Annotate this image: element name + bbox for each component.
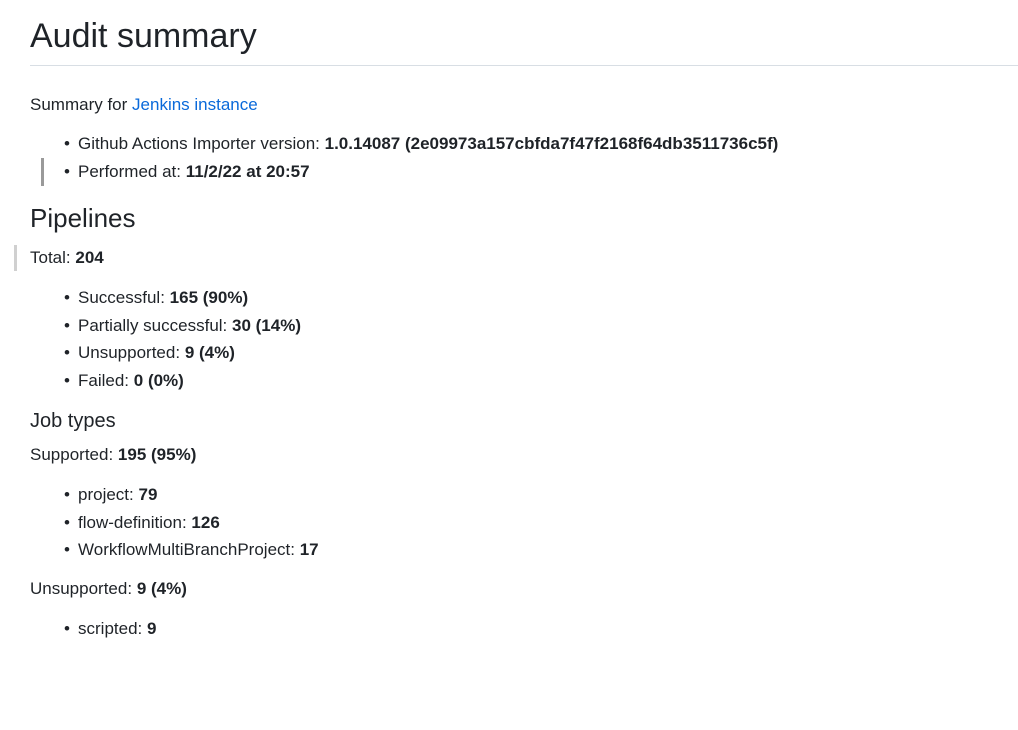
job-type-count: 79 <box>138 485 158 504</box>
jenkins-instance-link[interactable]: Jenkins instance <box>132 95 258 114</box>
list-item: Successful: 165 (90%) <box>30 284 301 312</box>
list-item: Unsupported: 9 (4%) <box>30 339 301 367</box>
list-item: Partially successful: 30 (14%) <box>30 312 301 340</box>
supported-summary: Supported: 195 (95%) <box>30 444 196 466</box>
list-item: WorkflowMultiBranchProject: 17 <box>30 536 319 564</box>
list-item-version: Github Actions Importer version: 1.0.140… <box>30 130 778 158</box>
status-label: Failed: <box>78 370 130 390</box>
status-value: 165 (90%) <box>169 288 249 307</box>
supported-value: 195 (95%) <box>117 445 197 464</box>
job-type-label: WorkflowMultiBranchProject: <box>78 540 295 559</box>
list-item-performed-at: Performed at: 11/2/22 at 20:57 <box>30 158 778 186</box>
job-type-label: project: <box>78 485 134 504</box>
supported-job-types-list: project: 79 flow-definition: 126 Workflo… <box>30 481 319 564</box>
total-value: 204 <box>75 248 104 267</box>
job-type-count: 9 <box>146 619 157 638</box>
list-item: project: 79 <box>30 481 319 509</box>
job-types-heading: Job types <box>30 410 116 432</box>
version-label: Github Actions Importer version: <box>78 134 320 153</box>
unsupported-value: 9 (4%) <box>136 579 187 598</box>
pipelines-total: Total: 204 <box>30 247 104 269</box>
summary-line: Summary for Jenkins instance <box>30 94 258 116</box>
page-title: Audit summary <box>30 0 1018 66</box>
audit-summary-page: Audit summary Summary for Jenkins instan… <box>14 0 1018 642</box>
job-type-count: 126 <box>191 512 220 532</box>
status-label: Partially successful: <box>78 315 228 335</box>
unsupported-summary: Unsupported: 9 (4%) <box>30 578 187 600</box>
unsupported-job-types-list: scripted: 9 <box>30 615 156 643</box>
quote-marker <box>14 245 17 271</box>
status-label: Successful: <box>78 288 165 307</box>
list-item: Failed: 0 (0%) <box>30 367 301 395</box>
pipelines-status-list: Successful: 165 (90%) Partially successf… <box>30 284 301 394</box>
job-type-label: flow-definition: <box>78 512 187 532</box>
list-item: scripted: 9 <box>30 615 156 643</box>
job-type-count: 17 <box>299 540 319 559</box>
version-value: 1.0.14087 (2e09973a157cbfda7f47f2168f64d… <box>324 134 779 153</box>
status-value: 30 (14%) <box>232 315 301 335</box>
pipelines-heading: Pipelines <box>30 203 136 233</box>
unsupported-label: Unsupported: <box>30 579 133 598</box>
performed-label: Performed at: <box>78 161 181 181</box>
performed-value: 11/2/22 at 20:57 <box>185 161 310 181</box>
job-type-label: scripted: <box>78 619 143 638</box>
status-value: 0 (0%) <box>133 370 184 390</box>
list-item: flow-definition: 126 <box>30 509 319 537</box>
summary-prefix: Summary for <box>30 95 128 114</box>
audit-info-list: Github Actions Importer version: 1.0.140… <box>30 130 778 185</box>
status-label: Unsupported: <box>78 343 181 362</box>
supported-label: Supported: <box>30 445 114 464</box>
total-label: Total: <box>30 248 71 267</box>
status-value: 9 (4%) <box>184 343 235 362</box>
